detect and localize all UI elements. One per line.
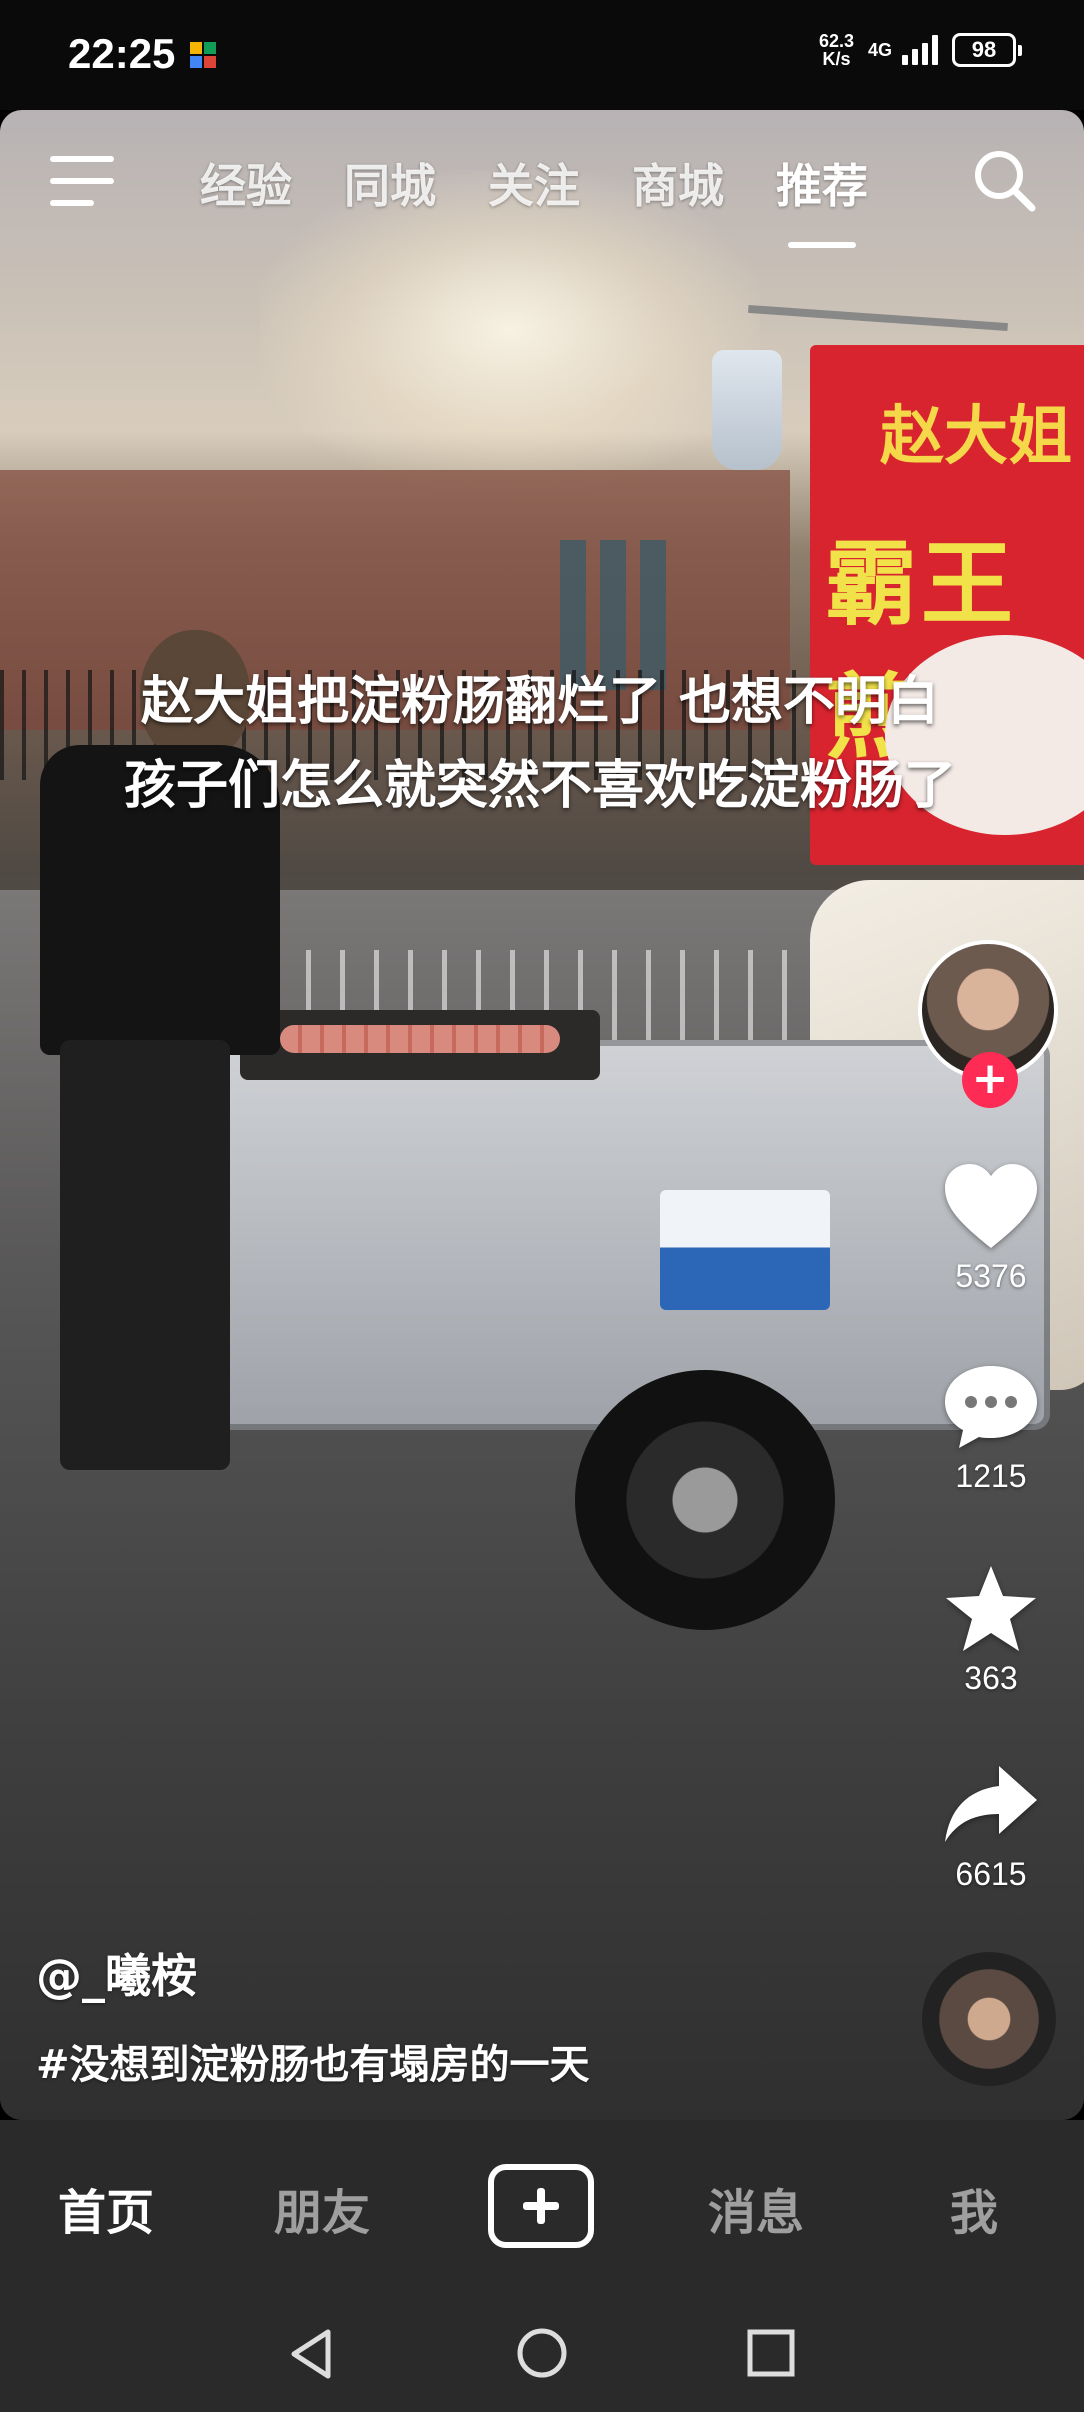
video-subtitle: 赵大姐把淀粉肠翻烂了 也想不明白 孩子们怎么就突然不喜欢吃淀粉肠了 [123, 672, 956, 816]
nav-tabs: 经验 同城 关注 商城 推荐 [200, 150, 920, 248]
favorite-count: 363 [964, 1660, 1018, 1696]
star-icon [946, 1566, 1036, 1651]
bottom-nav: 首页 朋友 消息 我 [0, 2120, 1084, 2296]
tab-experience[interactable]: 经验 [200, 150, 292, 216]
like-count: 5376 [955, 1258, 1027, 1294]
nav-messages[interactable]: 消息 [708, 2173, 804, 2243]
status-indicators: 62.3 K/s 4G 98 [819, 32, 1022, 68]
hashtag-link[interactable]: #没想到淀粉肠也有塌房的一天 [36, 2032, 896, 2090]
share-arrow-icon [945, 1766, 1037, 1842]
tab-following[interactable]: 关注 [488, 150, 580, 216]
music-disc[interactable] [922, 1952, 1056, 2086]
comment-icon [945, 1366, 1037, 1448]
tab-recommended[interactable]: 推荐 [776, 150, 868, 248]
person-legs [60, 1040, 230, 1470]
cart-logo [660, 1190, 830, 1310]
follow-button[interactable]: + [962, 1052, 1018, 1108]
search-icon[interactable] [970, 146, 1040, 216]
shop-sign-name: 赵大姐 [880, 400, 1072, 474]
cart-wheel [575, 1370, 835, 1630]
menu-icon[interactable] [50, 156, 114, 208]
favorite-action[interactable]: 363 [916, 1562, 1066, 1697]
lamp [712, 350, 782, 470]
lamp-pole [748, 304, 1008, 332]
status-bar: 22:25 62.3 K/s 4G 98 [0, 0, 1084, 110]
status-time: 22:25 [68, 30, 176, 77]
network-type: 4G [867, 39, 892, 60]
network-speed-unit: K/s [822, 49, 851, 69]
heart-icon [945, 1164, 1037, 1248]
network-speed: 62.3 K/s [819, 32, 854, 68]
signal-strength-icon [902, 35, 938, 65]
network-speed-value: 62.3 [818, 31, 854, 51]
share-count: 6615 [955, 1856, 1027, 1892]
top-nav: 经验 同城 关注 商城 推荐 [0, 110, 1084, 248]
create-button[interactable] [488, 2164, 594, 2248]
recents-square-icon[interactable] [746, 2328, 796, 2378]
nav-friends[interactable]: 朋友 [274, 2173, 370, 2243]
battery-icon: 98 [952, 33, 1022, 67]
home-circle-icon[interactable] [515, 2326, 569, 2380]
sausages [280, 1025, 560, 1053]
video-caption: @_曦桉 #没想到淀粉肠也有塌房的一天 [36, 1940, 896, 2090]
comment-count: 1215 [955, 1458, 1027, 1494]
tab-local[interactable]: 同城 [344, 150, 436, 216]
back-icon[interactable] [286, 2326, 336, 2382]
author-name[interactable]: @_曦桉 [36, 1940, 896, 2006]
comment-action[interactable]: 1215 [916, 1360, 1066, 1495]
app-notification-icon [190, 42, 216, 68]
battery-level: 98 [971, 37, 997, 62]
nav-me[interactable]: 我 [950, 2173, 998, 2243]
nav-home[interactable]: 首页 [58, 2173, 154, 2243]
share-action[interactable]: 6615 [916, 1758, 1066, 1893]
tab-mall[interactable]: 商城 [632, 150, 724, 216]
like-action[interactable]: 5376 [916, 1160, 1066, 1295]
plus-icon [523, 2188, 559, 2224]
system-nav-bar [0, 2296, 1084, 2412]
